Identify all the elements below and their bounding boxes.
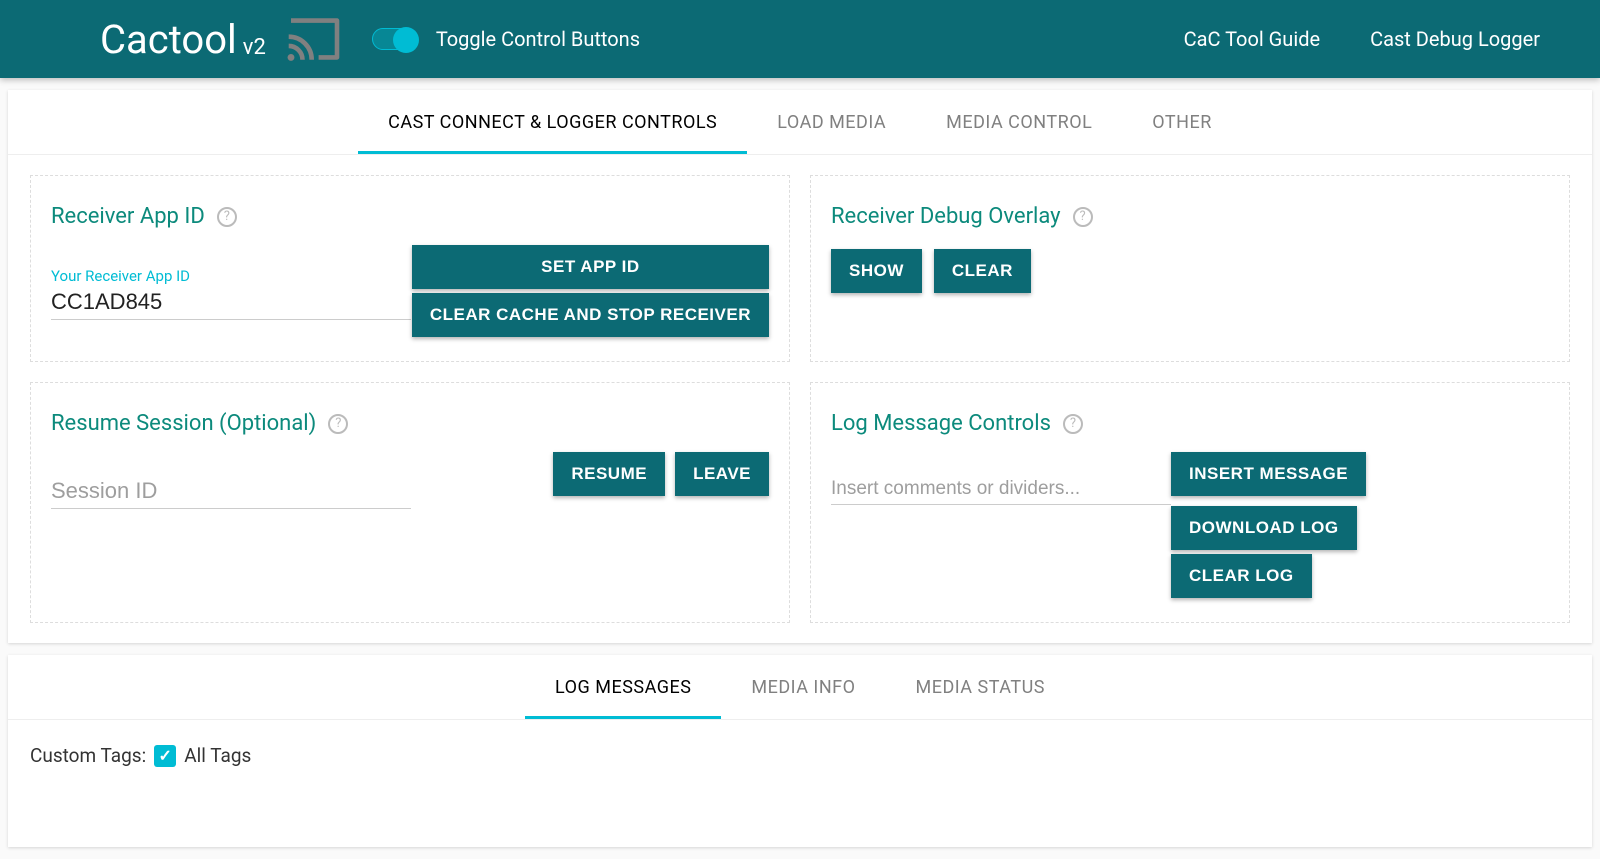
link-cac-tool-guide[interactable]: CaC Tool Guide	[1184, 27, 1320, 51]
session-id-input[interactable]	[51, 474, 411, 509]
card-title: Receiver Debug Overlay	[831, 204, 1061, 229]
app-logo: Cactool	[100, 16, 237, 63]
card-title: Log Message Controls	[831, 411, 1051, 436]
log-tabs: LOG MESSAGES MEDIA INFO MEDIA STATUS	[8, 655, 1592, 720]
leave-button[interactable]: LEAVE	[675, 452, 769, 496]
card-title: Receiver App ID	[51, 204, 205, 229]
help-icon[interactable]: ?	[328, 414, 348, 434]
tab-cast-connect[interactable]: CAST CONNECT & LOGGER CONTROLS	[358, 90, 747, 154]
tab-media-info[interactable]: MEDIA INFO	[721, 655, 885, 719]
log-panel: LOG MESSAGES MEDIA INFO MEDIA STATUS Cus…	[8, 655, 1592, 847]
controls-panel: CAST CONNECT & LOGGER CONTROLS LOAD MEDI…	[8, 90, 1592, 643]
resume-button[interactable]: RESUME	[553, 452, 665, 496]
custom-tags-row: Custom Tags: ✓ All Tags	[8, 720, 1592, 847]
card-receiver-app-id: Receiver App ID ? Your Receiver App ID S…	[30, 175, 790, 362]
receiver-app-id-input[interactable]	[51, 285, 411, 320]
tab-media-control[interactable]: MEDIA CONTROL	[916, 90, 1122, 154]
tab-log-messages[interactable]: LOG MESSAGES	[525, 655, 721, 719]
card-title: Resume Session (Optional)	[51, 411, 316, 436]
tab-other[interactable]: OTHER	[1122, 90, 1242, 154]
clear-overlay-button[interactable]: CLEAR	[934, 249, 1031, 293]
set-app-id-button[interactable]: SET APP ID	[412, 245, 769, 289]
card-resume-session: Resume Session (Optional) ? RESUME LEAVE	[30, 382, 790, 623]
clear-log-button[interactable]: CLEAR LOG	[1171, 554, 1312, 598]
app-header: Cactool v2 Toggle Control Buttons CaC To…	[0, 0, 1600, 78]
tab-load-media[interactable]: LOAD MEDIA	[747, 90, 916, 154]
field-label-receiver-app-id: Your Receiver App ID	[51, 267, 412, 285]
toggle-label: Toggle Control Buttons	[436, 27, 640, 51]
log-message-input[interactable]	[831, 474, 1171, 505]
all-tags-label: All Tags	[184, 744, 251, 767]
all-tags-checkbox[interactable]: ✓	[154, 745, 176, 767]
card-log-controls: Log Message Controls ? INSERT MESSAGE DO…	[810, 382, 1570, 623]
link-cast-debug-logger[interactable]: Cast Debug Logger	[1370, 27, 1540, 51]
toggle-control-buttons[interactable]	[372, 28, 418, 50]
tab-media-status[interactable]: MEDIA STATUS	[886, 655, 1075, 719]
show-overlay-button[interactable]: SHOW	[831, 249, 922, 293]
help-icon[interactable]: ?	[217, 207, 237, 227]
help-icon[interactable]: ?	[1063, 414, 1083, 434]
cast-icon[interactable]	[286, 16, 342, 62]
help-icon[interactable]: ?	[1073, 207, 1093, 227]
main-tabs: CAST CONNECT & LOGGER CONTROLS LOAD MEDI…	[8, 90, 1592, 155]
custom-tags-label: Custom Tags:	[30, 744, 146, 767]
card-debug-overlay: Receiver Debug Overlay ? SHOW CLEAR	[810, 175, 1570, 362]
app-logo-version: v2	[243, 35, 266, 60]
insert-message-button[interactable]: INSERT MESSAGE	[1171, 452, 1366, 496]
clear-cache-button[interactable]: CLEAR CACHE AND STOP RECEIVER	[412, 293, 769, 337]
download-log-button[interactable]: DOWNLOAD LOG	[1171, 506, 1357, 550]
